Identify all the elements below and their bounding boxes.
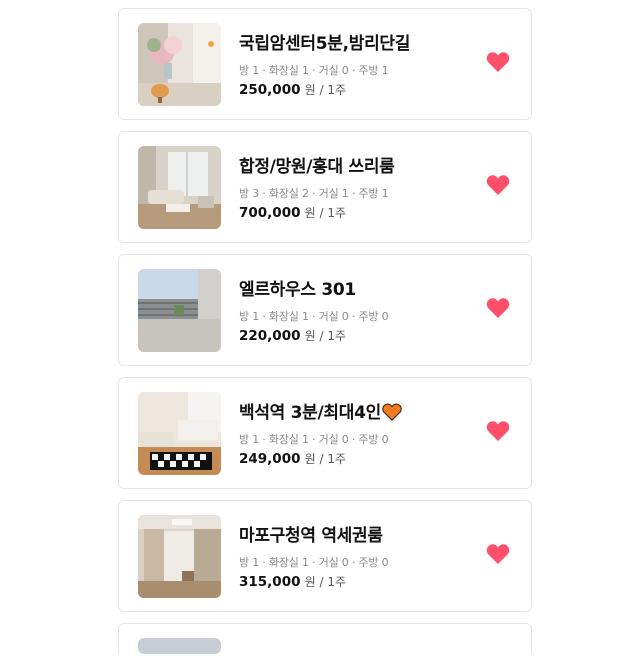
listing-title[interactable]: 국립암센터5분,밤리단길 bbox=[239, 29, 410, 54]
listing-price-unit: 원 / 1주 bbox=[304, 452, 347, 466]
favorite-heart-icon[interactable] bbox=[486, 297, 510, 319]
favorite-heart-icon[interactable] bbox=[486, 420, 510, 442]
listing-price-row: 220,000 원 / 1주 bbox=[239, 327, 346, 344]
listing-price: 315,000 bbox=[239, 574, 301, 590]
listing-specs: 방 1 · 화장실 1 · 거실 0 · 주방 0 bbox=[239, 556, 389, 569]
listing-list: 국립암센터5분,밤리단길 방 1 · 화장실 1 · 거실 0 · 주방 1 2… bbox=[118, 8, 532, 664]
favorite-heart-icon[interactable] bbox=[486, 51, 510, 73]
listing-card[interactable]: 백석역 3분/최대4인 방 1 · 화장실 1 · 거실 0 · 주방 0 24… bbox=[118, 377, 532, 489]
listing-price-unit: 원 / 1주 bbox=[304, 206, 347, 220]
listing-photo bbox=[138, 23, 221, 106]
listing-specs: 방 3 · 화장실 2 · 거실 1 · 주방 1 bbox=[239, 187, 389, 200]
listing-photo bbox=[138, 392, 221, 475]
listing-price-unit: 원 / 1주 bbox=[304, 575, 347, 589]
listing-title[interactable]: 마포구청역 역세권룸 bbox=[239, 521, 383, 546]
favorite-heart-icon[interactable] bbox=[486, 543, 510, 565]
listing-price-row: 250,000 원 / 1주 bbox=[239, 81, 346, 98]
listing-specs: 방 1 · 화장실 1 · 거실 0 · 주방 0 bbox=[239, 310, 389, 323]
listing-price: 250,000 bbox=[239, 82, 301, 98]
listing-specs: 방 1 · 화장실 1 · 거실 0 · 주방 1 bbox=[239, 64, 389, 77]
listing-photo bbox=[138, 146, 221, 229]
orange-heart-icon bbox=[382, 403, 402, 426]
listing-title[interactable]: 합정/망원/홍대 쓰리룸 bbox=[239, 152, 395, 177]
listing-card[interactable] bbox=[118, 623, 532, 654]
listing-card[interactable]: 합정/망원/홍대 쓰리룸 방 3 · 화장실 2 · 거실 1 · 주방 1 7… bbox=[118, 131, 532, 243]
listing-price: 220,000 bbox=[239, 328, 301, 344]
listing-price: 249,000 bbox=[239, 451, 301, 467]
listing-title[interactable]: 백석역 3분/최대4인 bbox=[239, 398, 402, 426]
listing-photo bbox=[138, 515, 221, 598]
listing-price-row: 315,000 원 / 1주 bbox=[239, 573, 346, 590]
listing-price-unit: 원 / 1주 bbox=[304, 329, 347, 343]
listing-title[interactable]: 엘르하우스 301 bbox=[239, 275, 356, 300]
listing-price-unit: 원 / 1주 bbox=[304, 83, 347, 97]
listing-card[interactable]: 국립암센터5분,밤리단길 방 1 · 화장실 1 · 거실 0 · 주방 1 2… bbox=[118, 8, 532, 120]
listing-card[interactable]: 마포구청역 역세권룸 방 1 · 화장실 1 · 거실 0 · 주방 0 315… bbox=[118, 500, 532, 612]
listing-photo bbox=[138, 638, 221, 654]
listing-title-text: 백석역 3분/최대4인 bbox=[239, 403, 381, 423]
listing-card[interactable]: 엘르하우스 301 방 1 · 화장실 1 · 거실 0 · 주방 0 220,… bbox=[118, 254, 532, 366]
listing-price: 700,000 bbox=[239, 205, 301, 221]
listing-price-row: 700,000 원 / 1주 bbox=[239, 204, 346, 221]
favorite-heart-icon[interactable] bbox=[486, 174, 510, 196]
listing-price-row: 249,000 원 / 1주 bbox=[239, 450, 346, 467]
listing-photo bbox=[138, 269, 221, 352]
listing-specs: 방 1 · 화장실 1 · 거실 0 · 주방 0 bbox=[239, 433, 389, 446]
